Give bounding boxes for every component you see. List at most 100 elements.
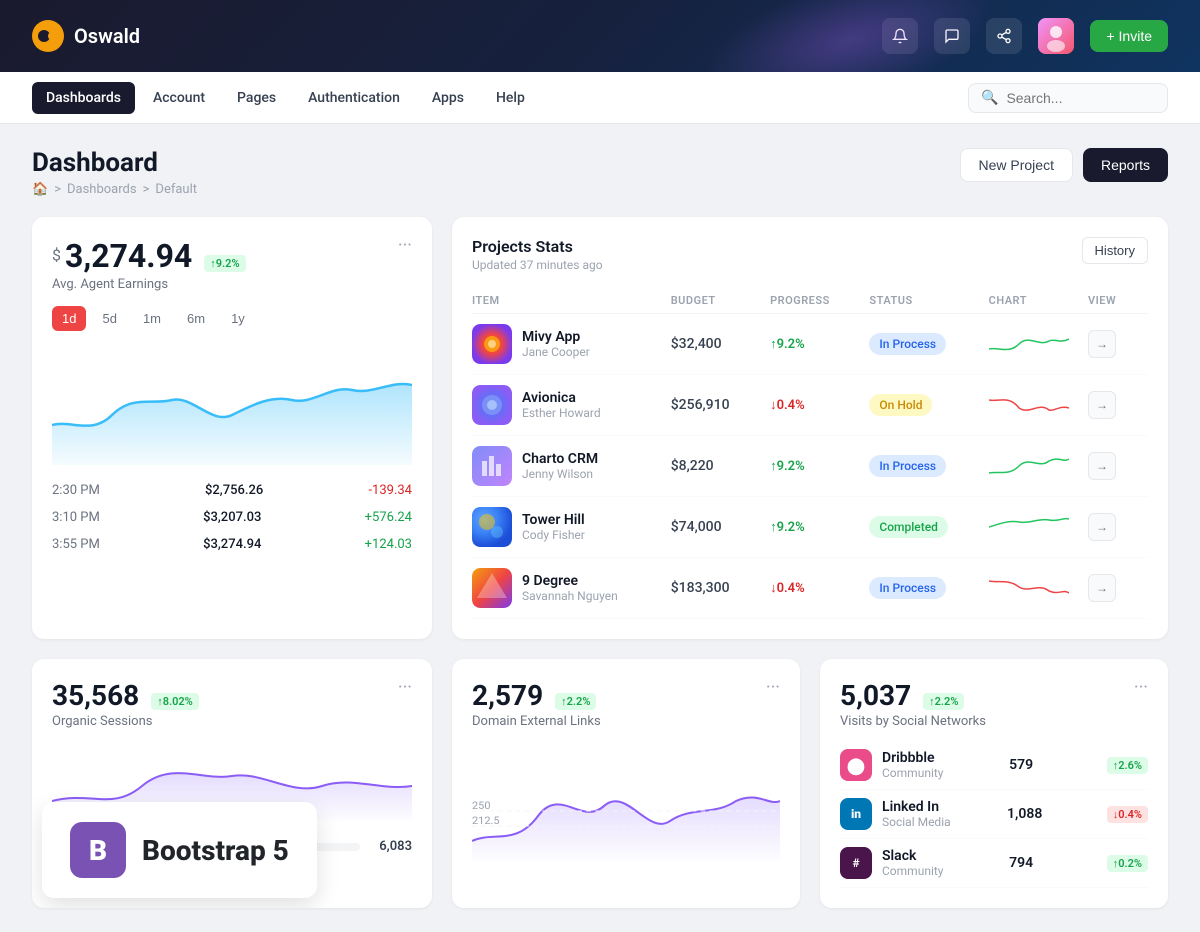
- domain-number: 2,579: [472, 679, 543, 712]
- project-row-mivy: Mivy App Jane Cooper $32,400 ↑9.2% In Pr…: [472, 314, 1148, 375]
- reports-button[interactable]: Reports: [1083, 148, 1168, 182]
- earnings-label: Avg. Agent Earnings: [52, 277, 246, 292]
- page-title-area: Dashboard 🏠 > Dashboards > Default: [32, 148, 197, 197]
- project-names-avionica: Avionica Esther Howard: [522, 390, 601, 420]
- nav-item-authentication[interactable]: Authentication: [294, 82, 414, 114]
- project-budget-avionica: $256,910: [671, 397, 770, 413]
- social-info-dribbble: ⬤ Dribbble Community: [840, 749, 943, 781]
- organic-number: 35,568: [52, 679, 139, 712]
- top-cards-row: $ 3,274.94 ↑9.2% Avg. Agent Earnings ···…: [32, 217, 1168, 639]
- dribbble-details: Dribbble Community: [882, 750, 943, 780]
- nav-item-dashboards[interactable]: Dashboards: [32, 82, 135, 114]
- project-view-mivy[interactable]: →: [1088, 330, 1116, 358]
- projects-stats-card: Projects Stats Updated 37 minutes ago Hi…: [452, 217, 1168, 639]
- dribbble-badge: ↑2.6%: [1107, 757, 1148, 774]
- domain-links-card: 2,579 ↑2.2% Domain External Links ··· 25…: [452, 659, 800, 908]
- user-avatar[interactable]: [1038, 18, 1074, 54]
- linkedin-name: Linked In: [882, 799, 951, 815]
- invite-button[interactable]: + Invite: [1090, 20, 1168, 52]
- time-filter-1d[interactable]: 1d: [52, 306, 86, 331]
- search-input[interactable]: [1006, 90, 1155, 106]
- logo-icon: [32, 20, 64, 52]
- nav-item-account[interactable]: Account: [139, 82, 219, 114]
- domain-stat-header: 2,579 ↑2.2% Domain External Links ···: [472, 679, 780, 729]
- col-view: VIEW: [1088, 294, 1148, 307]
- currency-symbol: $: [52, 246, 61, 265]
- share-icon[interactable]: [986, 18, 1022, 54]
- logo-area: Oswald: [32, 20, 882, 52]
- status-badge-mivy: In Process: [869, 333, 946, 355]
- project-progress-charto: ↑9.2%: [770, 458, 869, 474]
- dribbble-type: Community: [882, 766, 943, 780]
- transaction-change-1: -139.34: [368, 483, 412, 498]
- svg-text:250: 250: [472, 799, 491, 811]
- project-view-avionica[interactable]: →: [1088, 391, 1116, 419]
- social-more-button[interactable]: ···: [1134, 679, 1148, 697]
- project-budget-mivy: $32,400: [671, 336, 770, 352]
- project-name-charto: Charto CRM: [522, 451, 598, 467]
- project-chart-avionica: [989, 390, 1088, 420]
- domain-label: Domain External Links: [472, 714, 601, 729]
- time-filter-5d[interactable]: 5d: [92, 306, 126, 331]
- organic-stat-info: 35,568 ↑8.02% Organic Sessions: [52, 679, 199, 729]
- bootstrap-text: Bootstrap 5: [142, 834, 289, 867]
- status-badge-charto: In Process: [869, 455, 946, 477]
- project-budget-tower: $74,000: [671, 519, 770, 535]
- social-stat-info: 5,037 ↑2.2% Visits by Social Networks: [840, 679, 986, 729]
- status-badge-9degree: In Process: [869, 577, 946, 599]
- project-status-mivy: In Process: [869, 333, 988, 355]
- new-project-button[interactable]: New Project: [960, 148, 1073, 182]
- project-person-charto: Jenny Wilson: [522, 467, 598, 481]
- dribbble-count: 579: [1009, 757, 1033, 773]
- earnings-badge: ↑9.2%: [204, 255, 245, 272]
- project-person-mivy: Jane Cooper: [522, 345, 590, 359]
- project-status-tower: Completed: [869, 516, 988, 538]
- domain-more-button[interactable]: ···: [766, 679, 780, 697]
- organic-stat-header: 35,568 ↑8.02% Organic Sessions ···: [52, 679, 412, 729]
- time-filter-6m[interactable]: 6m: [177, 306, 215, 331]
- bottom-cards-row: 35,568 ↑8.02% Organic Sessions ··· Canad…: [32, 659, 1168, 908]
- table-header: ITEM BUDGET PROGRESS STATUS CHART VIEW: [472, 288, 1148, 314]
- project-row-avionica: Avionica Esther Howard $256,910 ↓0.4% On…: [472, 375, 1148, 436]
- transaction-amount-3: $3,274.94: [203, 537, 261, 552]
- transactions-list: 2:30 PM $2,756.26 -139.34 3:10 PM $3,207…: [52, 477, 412, 558]
- dribbble-icon: ⬤: [840, 749, 872, 781]
- history-button[interactable]: History: [1082, 237, 1148, 264]
- time-filter-1m[interactable]: 1m: [133, 306, 171, 331]
- earnings-chart: [52, 345, 412, 465]
- top-navbar: Oswald + Invite: [0, 0, 1200, 72]
- col-item: ITEM: [472, 294, 671, 307]
- earnings-amount-row: $ 3,274.94 ↑9.2%: [52, 237, 246, 275]
- transaction-amount-2: $3,207.03: [203, 510, 261, 525]
- project-thumb-tower: [472, 507, 512, 547]
- nav-item-help[interactable]: Help: [482, 82, 539, 114]
- nav-item-apps[interactable]: Apps: [418, 82, 478, 114]
- slack-name: Slack: [882, 848, 943, 864]
- project-view-tower[interactable]: →: [1088, 513, 1116, 541]
- slack-badge: ↑0.2%: [1107, 855, 1148, 872]
- messages-icon[interactable]: [934, 18, 970, 54]
- time-filter-1y[interactable]: 1y: [221, 306, 255, 331]
- notifications-icon[interactable]: [882, 18, 918, 54]
- project-progress-tower: ↑9.2%: [770, 519, 869, 535]
- search-icon: 🔍: [981, 90, 998, 106]
- project-name-mivy: Mivy App: [522, 329, 590, 345]
- geo-val-canada: 6,083: [372, 839, 412, 854]
- project-progress-mivy: ↑9.2%: [770, 336, 869, 352]
- project-thumb-avionica: [472, 385, 512, 425]
- bootstrap-icon: B: [70, 822, 126, 878]
- transaction-amount-1: $2,756.26: [205, 483, 263, 498]
- domain-stat-info: 2,579 ↑2.2% Domain External Links: [472, 679, 601, 729]
- linkedin-icon: in: [840, 798, 872, 830]
- breadcrumb: 🏠 > Dashboards > Default: [32, 182, 197, 197]
- nav-item-pages[interactable]: Pages: [223, 82, 290, 114]
- organic-more-button[interactable]: ···: [398, 679, 412, 697]
- earnings-more-button[interactable]: ···: [398, 237, 412, 255]
- nav-actions: + Invite: [882, 18, 1168, 54]
- transaction-change-2: +576.24: [365, 510, 412, 525]
- project-progress-9degree: ↓0.4%: [770, 580, 869, 596]
- project-view-9degree[interactable]: →: [1088, 574, 1116, 602]
- project-view-charto[interactable]: →: [1088, 452, 1116, 480]
- linkedin-count: 1,088: [1007, 806, 1042, 822]
- transaction-row-2: 3:10 PM $3,207.03 +576.24: [52, 504, 412, 531]
